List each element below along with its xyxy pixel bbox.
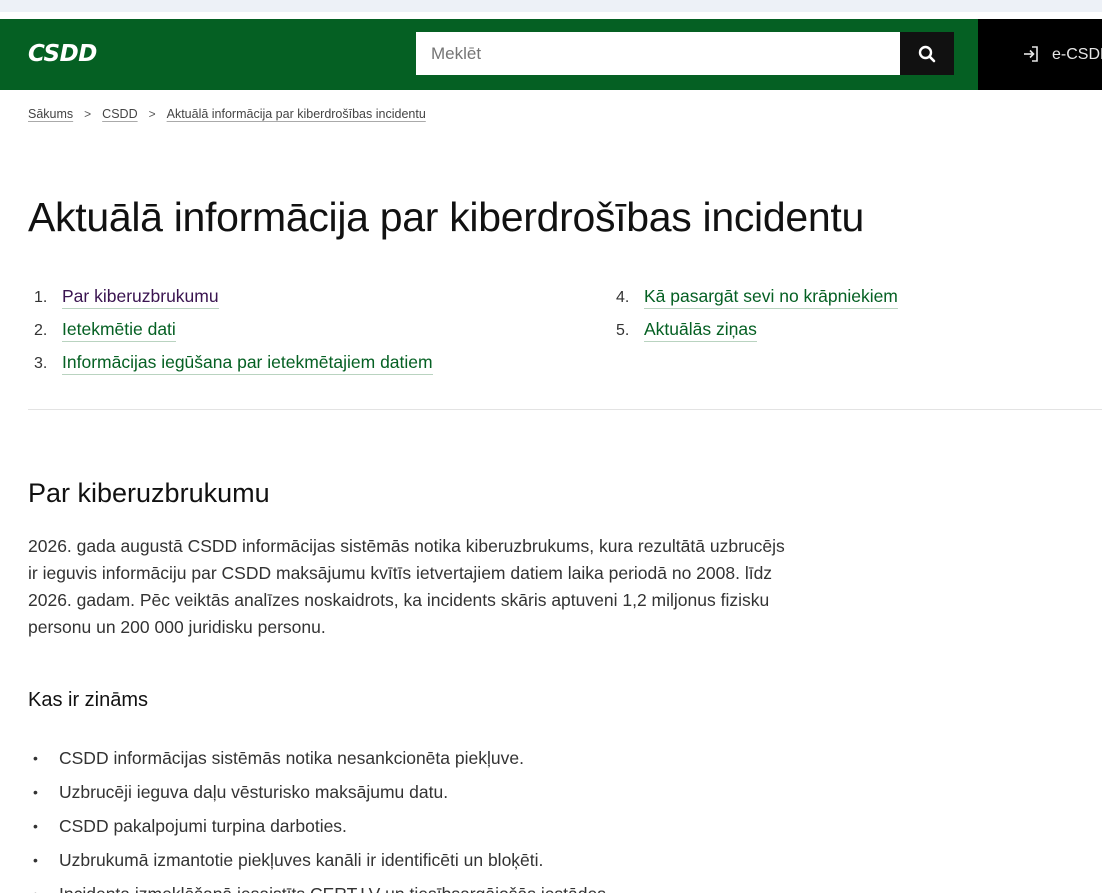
breadcrumb-separator: > — [84, 107, 92, 121]
table-of-contents: 1. Par kiberuzbrukumu 2. Ietekmētie dati… — [28, 286, 1102, 386]
intro-paragraph: 2026. gada augustā CSDD informācijas sis… — [28, 536, 785, 637]
browser-top-strip — [0, 0, 1102, 12]
breadcrumb-separator: > — [148, 107, 156, 121]
list-item-text: CSDD pakalpojumi turpina darboties. — [59, 816, 347, 836]
divider — [28, 409, 1102, 410]
toc-link-ka-pasargat-sevi[interactable]: Kā pasargāt sevi no krāpniekiem — [644, 286, 898, 309]
section-title: Par kiberuzbrukumu — [28, 478, 270, 508]
toc-item: 4. Kā pasargāt sevi no krāpniekiem — [610, 286, 898, 309]
breadcrumb-current[interactable]: Aktuālā informācija par kiberdrošības in… — [167, 107, 426, 121]
bullet-icon: • — [33, 877, 38, 893]
ecsdd-label: e-CSDD — [1052, 45, 1102, 63]
breadcrumb-csdd-link[interactable]: CSDD — [102, 107, 137, 121]
subsection-title: Kas ir zināms — [28, 689, 149, 711]
breadcrumb-home-link[interactable]: Sākums — [28, 107, 73, 121]
ecsdd-login-button[interactable]: e-CSDD — [978, 19, 1102, 90]
login-icon — [1024, 46, 1038, 62]
known-facts-list: • CSDD informācijas sistēmās notika nesan… — [28, 741, 611, 893]
toc-link-par-kiberuzbrukumu[interactable]: Par kiberuzbrukumu — [62, 286, 219, 309]
list-item: • Uzbrukumā izmantotie piekļuves kanāli i… — [28, 843, 611, 877]
toc-link-ietekmetie-dati[interactable]: Ietekmētie dati — [62, 319, 176, 342]
toc-link-aktualas-zinas[interactable]: Aktuālās ziņas — [644, 319, 757, 342]
toc-number: 3. — [34, 355, 48, 372]
toc-number: 4. — [616, 289, 630, 306]
toc-number: 1. — [34, 289, 48, 306]
bullet-icon: • — [33, 784, 38, 800]
list-item-text: Uzbrukumā izmantotie piekļuves kanāli ir… — [59, 850, 544, 870]
bullet-icon: • — [33, 750, 38, 766]
toc-link-informacijas-iegusana[interactable]: Informācijas iegūšana par ietekmētajiem … — [62, 352, 433, 375]
breadcrumb: Sākums > CSDD > Aktuālā informācija par … — [28, 107, 426, 121]
list-item-text: Incidenta izmeklēšanā iesaistīts CERT.LV… — [59, 884, 611, 893]
toc-item: 2. Ietekmētie dati — [28, 319, 176, 342]
toc-number: 5. — [616, 322, 630, 339]
toc-number: 2. — [34, 322, 48, 339]
bullet-icon: • — [33, 818, 38, 834]
list-item: • Uzbrucēji ieguva daļu vēsturisko maksāj… — [28, 775, 611, 809]
list-item: • CSDD pakalpojumi turpina darboties. — [28, 809, 611, 843]
page-title: Aktuālā informācija par kiberdrošības in… — [28, 194, 864, 240]
list-item-text: CSDD informācijas sistēmās notika nesank… — [59, 748, 524, 768]
bullet-icon: • — [33, 852, 38, 868]
search-icon — [918, 45, 936, 62]
site-header: CSDD e-CSDD — [0, 19, 1102, 90]
csdd-logo[interactable]: CSDD — [28, 41, 97, 67]
toc-item: 1. Par kiberuzbrukumu — [28, 286, 219, 309]
list-item: • CSDD informācijas sistēmās notika nesan… — [28, 741, 611, 775]
search-button[interactable] — [900, 32, 954, 75]
toc-item: 3. Informācijas iegūšana par ietekmētaji… — [28, 352, 433, 375]
search-input[interactable] — [416, 32, 901, 75]
toc-item: 5. Aktuālās ziņas — [610, 319, 757, 342]
list-item-text: Uzbrucēji ieguva daļu vēsturisko maksāju… — [59, 782, 449, 802]
list-item: • Incidenta izmeklēšanā iesaistīts CERT.L… — [28, 877, 611, 893]
